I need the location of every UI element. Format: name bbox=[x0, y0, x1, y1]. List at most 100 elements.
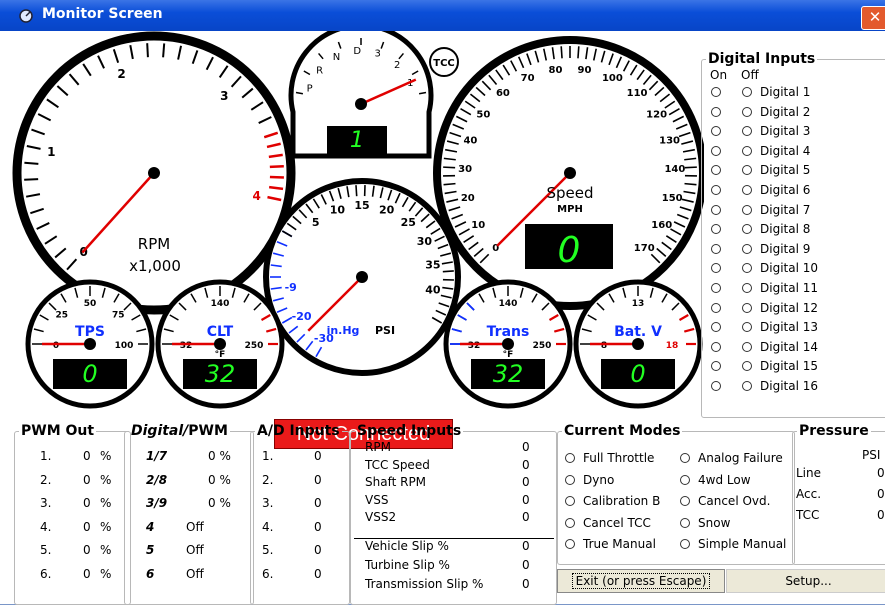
psi-tick-label: 5 bbox=[312, 216, 320, 229]
ad-input-value: 0 bbox=[314, 473, 322, 487]
speed-tick-label: 120 bbox=[646, 110, 667, 121]
speed-display-value: 0 bbox=[558, 230, 581, 271]
speed-input-label: VSS bbox=[365, 493, 388, 507]
title-bar[interactable]: Monitor Screen ✕ bbox=[0, 0, 885, 31]
rpm-needle-hub bbox=[148, 167, 160, 179]
slip-label: Transmission Slip % bbox=[365, 577, 483, 591]
pressure-title: Pressure bbox=[797, 423, 871, 439]
pressure-label: TCC bbox=[796, 508, 819, 522]
pwm-out-index: 4. bbox=[40, 520, 51, 534]
clt-tick-label: 250 bbox=[245, 341, 264, 351]
digital-on-radio[interactable] bbox=[711, 205, 721, 215]
digital-off-radio[interactable] bbox=[742, 185, 752, 195]
digital-off-radio[interactable] bbox=[742, 244, 752, 254]
digital-input-label: Digital 3 bbox=[760, 124, 810, 138]
digital-off-radio[interactable] bbox=[742, 107, 752, 117]
mode-indicator bbox=[680, 475, 690, 485]
rpm-tick-label: 4 bbox=[253, 189, 261, 203]
trans-tick-label: 250 bbox=[533, 341, 552, 351]
digital-pwm-index: 3/9 bbox=[146, 496, 167, 510]
psi-tick-label: 10 bbox=[330, 203, 346, 216]
digital-on-radio[interactable] bbox=[711, 381, 721, 391]
ad-input-value: 0 bbox=[314, 496, 322, 510]
gear-needle-hub bbox=[355, 98, 367, 110]
monitor-window: Monitor Screen ✕ 01234RPMx1,000PRND3211T… bbox=[0, 0, 885, 604]
digital-input-label: Digital 14 bbox=[760, 340, 818, 354]
rpm-tick bbox=[24, 179, 38, 180]
trans-tick-label: 32 bbox=[468, 341, 481, 351]
ad-input-index: 6. bbox=[262, 567, 273, 581]
digital-off-radio[interactable] bbox=[742, 381, 752, 391]
slip-value: 0 bbox=[522, 539, 530, 553]
ad-input-value: 0 bbox=[314, 543, 322, 557]
digital-input-label: Digital 9 bbox=[760, 242, 810, 256]
rpm-tick bbox=[24, 163, 38, 164]
speed-inputs-title: Speed Inputs bbox=[355, 423, 463, 439]
digital-on-radio[interactable] bbox=[711, 87, 721, 97]
pwm-out-index: 2. bbox=[40, 473, 51, 487]
digital-on-radio[interactable] bbox=[711, 244, 721, 254]
speed-tick-label: 160 bbox=[651, 220, 672, 231]
slip-label: Turbine Slip % bbox=[365, 558, 450, 572]
speed-tick bbox=[685, 184, 697, 185]
ad-input-index: 2. bbox=[262, 473, 273, 487]
psi-tick bbox=[356, 185, 357, 196]
digital-off-radio[interactable] bbox=[742, 283, 752, 293]
digital-pwm-value: Off bbox=[186, 543, 204, 557]
slip-label: Vehicle Slip % bbox=[365, 539, 449, 553]
pwm-out-index: 6. bbox=[40, 567, 51, 581]
clt-tick-label: 140 bbox=[211, 299, 230, 309]
pwm-out-value: 0 bbox=[83, 543, 91, 557]
pressure-label: Line bbox=[796, 466, 821, 480]
speed-tick bbox=[444, 184, 456, 185]
exit-button[interactable]: Exit (or press Escape) bbox=[557, 569, 725, 593]
mode-label: Cancel TCC bbox=[583, 516, 651, 530]
digital-on-radio[interactable] bbox=[711, 342, 721, 352]
digital-on-radio[interactable] bbox=[711, 146, 721, 156]
speed-tick-label: 40 bbox=[463, 136, 477, 147]
pwm-out-value: 0 bbox=[83, 473, 91, 487]
psi-tick-label: 35 bbox=[425, 258, 440, 271]
pwm-out-unit: % bbox=[100, 520, 111, 534]
ad-input-value: 0 bbox=[314, 520, 322, 534]
digital-off-radio[interactable] bbox=[742, 342, 752, 352]
digital-pwm-index: 5 bbox=[146, 543, 154, 557]
gear-display-value: 1 bbox=[350, 127, 364, 153]
on-header: On bbox=[710, 68, 727, 82]
pwm-out-index: 1. bbox=[40, 449, 51, 463]
digital-off-radio[interactable] bbox=[742, 87, 752, 97]
digital-pwm-index: 2/8 bbox=[146, 473, 167, 487]
tps-tick-label: 0 bbox=[53, 341, 59, 351]
digital-pwm-index: 1/7 bbox=[146, 449, 167, 463]
gear-position-label: N bbox=[333, 52, 340, 63]
setup-button[interactable]: Setup... bbox=[726, 569, 885, 593]
vacuum-unit: in.Hg bbox=[327, 324, 360, 337]
close-button[interactable]: ✕ bbox=[861, 6, 885, 30]
clt-label: CLT bbox=[207, 324, 234, 340]
app-icon bbox=[18, 8, 34, 24]
gear-position-label: 3 bbox=[374, 49, 380, 60]
pwm-out-panel: PWM Out bbox=[14, 423, 131, 605]
mode-indicator bbox=[680, 539, 690, 549]
psi-tick bbox=[443, 271, 454, 272]
tps-tick-label: 75 bbox=[112, 311, 125, 321]
digital-on-radio[interactable] bbox=[711, 303, 721, 313]
digital-on-radio[interactable] bbox=[711, 107, 721, 117]
rpm-redline-tick bbox=[269, 187, 283, 189]
mode-label: Snow bbox=[698, 516, 730, 530]
mode-label: Calibration B bbox=[583, 494, 660, 508]
ad-input-index: 4. bbox=[262, 520, 273, 534]
vacuum-tick-label: -9 bbox=[285, 281, 297, 294]
psi-tick-label: 30 bbox=[417, 235, 433, 248]
pwm-out-value: 0 bbox=[83, 496, 91, 510]
window-title: Monitor Screen bbox=[42, 6, 163, 22]
digital-off-radio[interactable] bbox=[742, 303, 752, 313]
digital-input-label: Digital 11 bbox=[760, 281, 818, 295]
digital-pwm-value: Off bbox=[186, 520, 204, 534]
digital-on-radio[interactable] bbox=[711, 185, 721, 195]
digital-on-radio[interactable] bbox=[711, 283, 721, 293]
speed-label: Speed bbox=[546, 184, 593, 202]
digital-off-radio[interactable] bbox=[742, 205, 752, 215]
digital-off-radio[interactable] bbox=[742, 146, 752, 156]
speed-tick-label: 80 bbox=[549, 65, 563, 76]
